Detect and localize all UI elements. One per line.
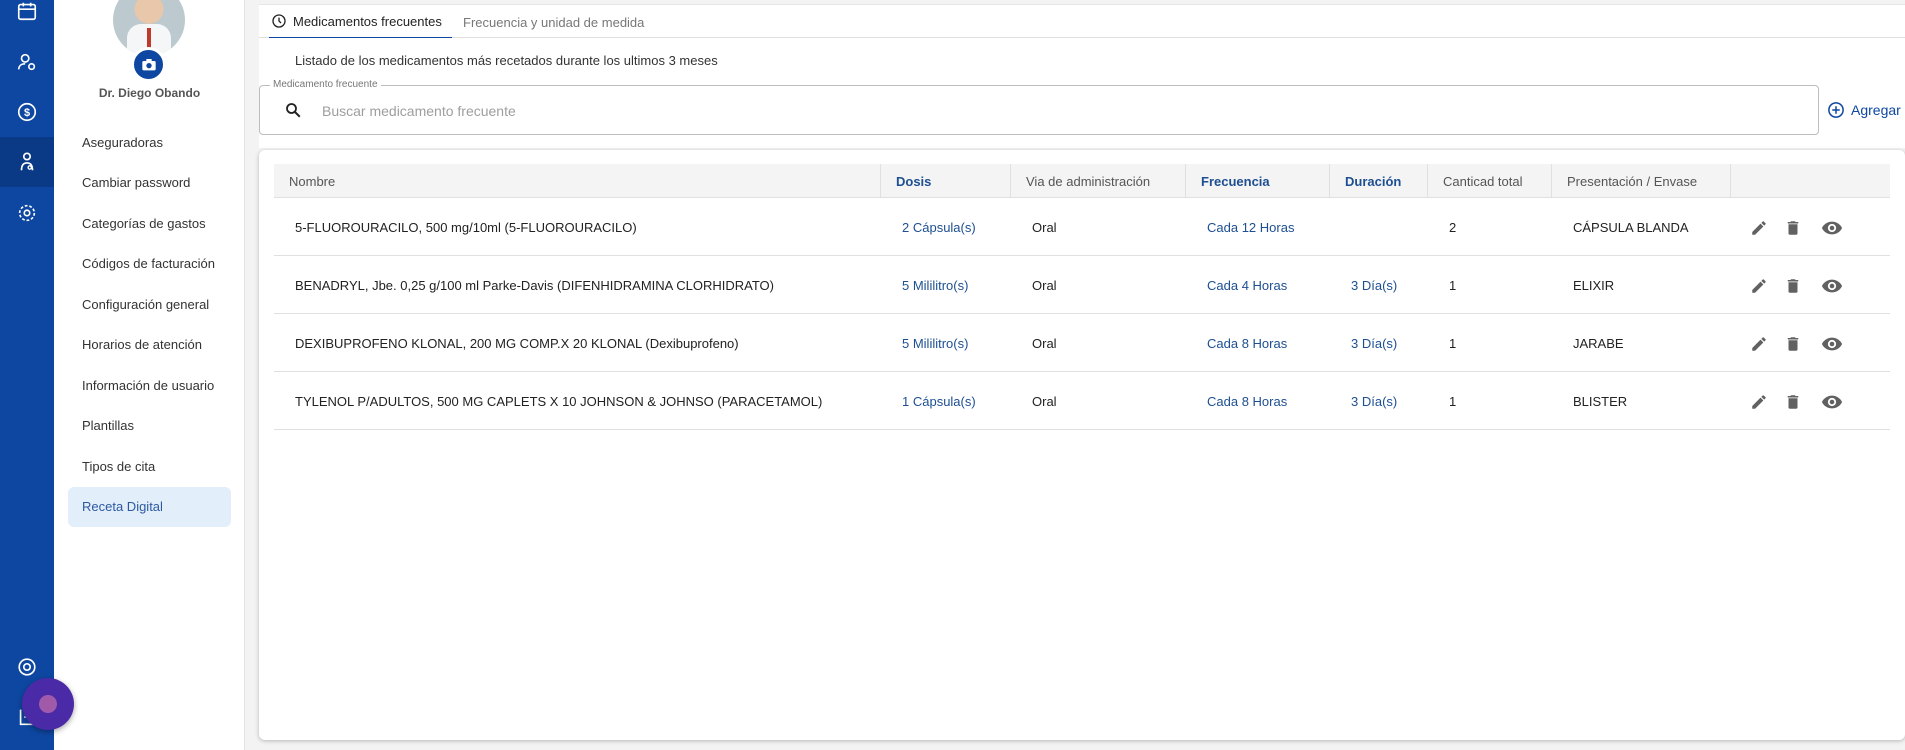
cell-nombre: 5-FLUOROURACILO, 500 mg/10ml (5-FLUOROUR… [295, 219, 637, 235]
settings-panel: Dr. Diego Obando Aseguradoras Cambiar pa… [54, 0, 245, 750]
medications-table-card: Nombre Dosis Via de administración Frecu… [259, 150, 1905, 740]
menu-item-codigos-facturacion[interactable]: Códigos de facturación [68, 244, 231, 285]
menu-item-aseguradoras[interactable]: Aseguradoras [68, 122, 231, 163]
search-field: Medicamento frecuente [259, 79, 1819, 135]
delete-icon[interactable] [1782, 275, 1804, 297]
cell-nombre: DEXIBUPROFENO KLONAL, 200 MG COMP.X 20 K… [295, 335, 739, 351]
delete-icon[interactable] [1782, 391, 1804, 413]
doctor-icon[interactable] [0, 137, 54, 187]
cell-cantidad: 1 [1449, 393, 1457, 409]
table-row: DEXIBUPROFENO KLONAL, 200 MG COMP.X 20 K… [274, 314, 1890, 372]
add-button[interactable]: Agregar [1827, 98, 1901, 122]
cell-frecuencia: Cada 12 Horas [1207, 219, 1295, 235]
header-presentacion: Presentación / Envase [1552, 164, 1731, 198]
header-nombre: Nombre [274, 164, 881, 198]
change-photo-button[interactable] [131, 47, 166, 82]
cell-via: Oral [1032, 393, 1057, 409]
clock-icon [272, 14, 286, 28]
tabs-bar: Medicamentos frecuentes Frecuencia y uni… [259, 4, 1905, 39]
table-row: 5-FLUOROURACILO, 500 mg/10ml (5-FLUOROUR… [274, 198, 1890, 256]
table-row: TYLENOL P/ADULTOS, 500 MG CAPLETS X 10 J… [274, 372, 1890, 430]
billing-icon[interactable]: $ [0, 87, 54, 137]
header-via: Via de administración [1011, 164, 1186, 198]
edit-icon[interactable] [1748, 275, 1770, 297]
cell-presentacion: BLISTER [1573, 393, 1628, 409]
cell-presentacion: JARABE [1573, 335, 1624, 351]
svg-text:$: $ [24, 107, 30, 119]
cell-nombre: BENADRYL, Jbe. 0,25 g/100 ml Parke-Davis… [295, 277, 774, 293]
add-label: Agregar [1851, 102, 1901, 118]
tab-frecuencia-unidad[interactable]: Frecuencia y unidad de medida [463, 5, 644, 39]
cell-via: Oral [1032, 219, 1057, 235]
profile-name: Dr. Diego Obando [98, 86, 201, 100]
view-icon[interactable] [1819, 391, 1845, 413]
menu-item-receta-digital[interactable]: Receta Digital [68, 486, 231, 527]
menu-item-categorias-gastos[interactable]: Categorías de gastos [68, 203, 231, 244]
avatar-tie [147, 28, 151, 48]
settings-icon[interactable] [0, 188, 54, 238]
main-content: Medicamentos frecuentes Frecuencia y uni… [245, 0, 1905, 750]
search-input[interactable] [322, 98, 1802, 124]
cell-dosis: 5 Mililitro(s) [902, 335, 969, 351]
chat-fab-dot [39, 695, 57, 713]
cell-cantidad: 1 [1449, 335, 1457, 351]
cell-dosis: 2 Cápsula(s) [902, 219, 976, 235]
cell-via: Oral [1032, 277, 1057, 293]
view-icon[interactable] [1819, 275, 1845, 297]
view-icon[interactable] [1819, 217, 1845, 239]
cell-duracion: 3 Día(s) [1351, 393, 1398, 409]
header-dosis[interactable]: Dosis [881, 164, 1011, 198]
patients-icon[interactable] [0, 37, 54, 87]
delete-icon[interactable] [1782, 217, 1804, 239]
cell-presentacion: ELIXIR [1573, 277, 1615, 293]
settings-menu: Aseguradoras Cambiar password Categorías… [68, 122, 231, 527]
edit-icon[interactable] [1748, 333, 1770, 355]
cell-dosis: 1 Cápsula(s) [902, 393, 976, 409]
edit-icon[interactable] [1748, 217, 1770, 239]
menu-item-informacion-usuario[interactable]: Información de usuario [68, 365, 231, 406]
cell-frecuencia: Cada 8 Horas [1207, 335, 1288, 351]
cell-frecuencia: Cada 4 Horas [1207, 277, 1288, 293]
tab-medicamentos-frecuentes[interactable]: Medicamentos frecuentes [269, 5, 452, 39]
search-icon [286, 103, 301, 118]
menu-item-plantillas[interactable]: Plantillas [68, 406, 231, 447]
cell-via: Oral [1032, 335, 1057, 351]
camera-icon [141, 58, 156, 70]
cell-duracion: 3 Día(s) [1351, 277, 1398, 293]
cell-duracion: 3 Día(s) [1351, 335, 1398, 351]
cell-frecuencia: Cada 8 Horas [1207, 393, 1288, 409]
cell-cantidad: 2 [1449, 219, 1457, 235]
delete-icon[interactable] [1782, 333, 1804, 355]
calendar-icon[interactable] [0, 0, 54, 36]
menu-item-tipos-cita[interactable]: Tipos de cita [68, 446, 231, 487]
cell-nombre: TYLENOL P/ADULTOS, 500 MG CAPLETS X 10 J… [295, 393, 823, 409]
cell-presentacion: CÁPSULA BLANDA [1573, 219, 1689, 235]
header-duracion[interactable]: Duración [1330, 164, 1428, 198]
menu-item-horarios-atencion[interactable]: Horarios de atención [68, 325, 231, 366]
menu-item-cambiar-password[interactable]: Cambiar password [68, 163, 231, 204]
table-header: Nombre Dosis Via de administración Frecu… [274, 164, 1890, 198]
menu-item-configuracion-general[interactable]: Configuración general [68, 284, 231, 325]
cell-dosis: 5 Mililitro(s) [902, 277, 969, 293]
cell-cantidad: 1 [1449, 277, 1457, 293]
nav-rail: $ [0, 0, 54, 750]
tab-label: Medicamentos frecuentes [293, 13, 442, 29]
edit-icon[interactable] [1748, 391, 1770, 413]
header-cantidad: Canticad total [1428, 164, 1552, 198]
search-legend: Medicamento frecuente [270, 79, 381, 90]
add-circle-icon [1828, 102, 1844, 118]
header-frecuencia[interactable]: Frecuencia [1186, 164, 1330, 198]
view-icon[interactable] [1819, 333, 1845, 355]
table-row: BENADRYL, Jbe. 0,25 g/100 ml Parke-Davis… [274, 256, 1890, 314]
page-subtitle: Listado de los medicamentos más recetado… [295, 53, 718, 68]
chat-fab[interactable] [22, 678, 74, 730]
tab-label: Frecuencia y unidad de medida [463, 14, 645, 30]
